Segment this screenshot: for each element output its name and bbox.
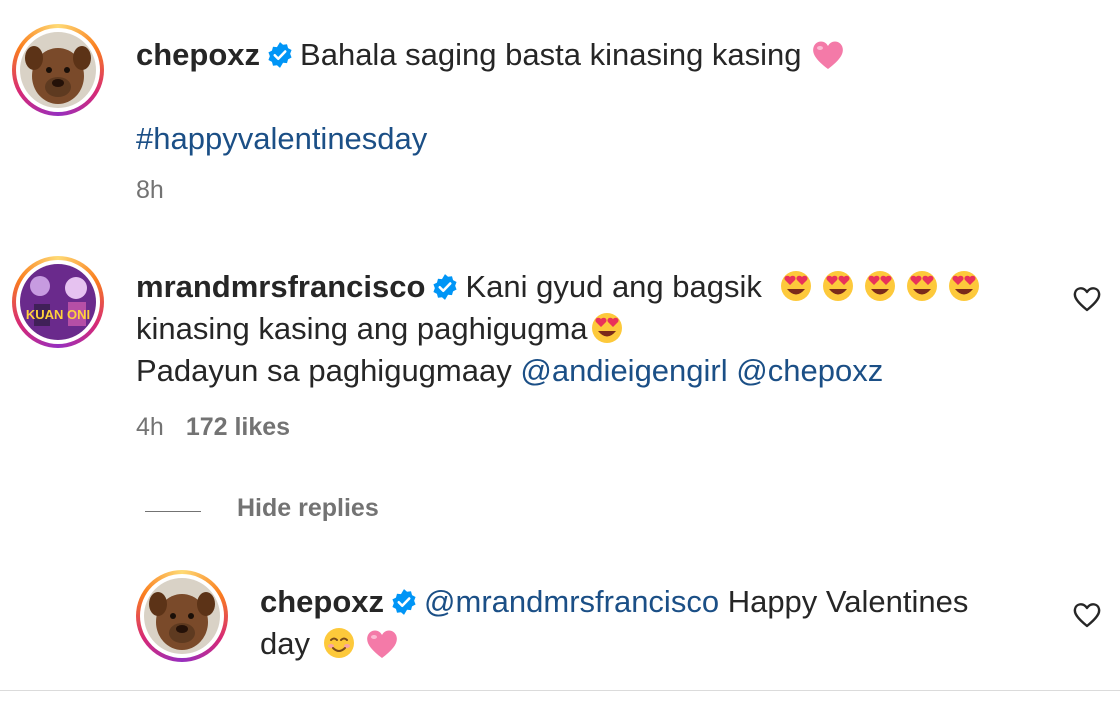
comment-body: mrandmrsfrancisco Kani gyud ang bagsik ki… [136, 266, 1036, 392]
reply-username[interactable]: chepoxz [260, 584, 384, 619]
show-logo-avatar-image: KUAN ONI [20, 264, 96, 340]
comment-meta: 4h 172 likes [136, 413, 290, 442]
heart-eyes-emoji-icon [864, 271, 895, 301]
verified-badge-icon [433, 274, 458, 300]
reply-line-1: chepoxz @mrandmrsfrancisco Happy Valentin… [260, 581, 1040, 623]
comment-likes-count[interactable]: 172 likes [186, 413, 290, 441]
heart-eyes-emoji-icon [780, 271, 811, 301]
comment-text-2: kinasing kasing ang paghigugma [136, 311, 588, 346]
pink-heart-icon [367, 630, 397, 658]
dog-avatar-image [20, 32, 96, 108]
comment-text-3: Padayun sa paghigugmaay [136, 353, 512, 388]
mention-chepoxz[interactable]: @chepoxz [736, 353, 883, 388]
post-username[interactable]: chepoxz [136, 37, 260, 72]
reply-body: chepoxz @mrandmrsfrancisco Happy Valentin… [260, 581, 1040, 665]
post-caption: chepoxz Bahala saging basta kinasing kasi… [136, 34, 846, 76]
post-hashtag[interactable]: #happyvalentinesday [136, 118, 427, 160]
heart-eyes-emoji-group [771, 269, 981, 304]
reply-text-2: day [260, 626, 310, 661]
post-caption-text: Bahala saging basta kinasing kasing [300, 37, 802, 72]
like-heart-icon[interactable] [1072, 285, 1102, 313]
replies-divider-line [145, 511, 201, 512]
heart-eyes-emoji-icon [822, 271, 853, 301]
comment-username[interactable]: mrandmrsfrancisco [136, 269, 425, 304]
comment-text-1: Kani gyud ang bagsik [465, 269, 762, 304]
comment-line-2: kinasing kasing ang paghigugma [136, 308, 1036, 350]
reply-like-heart-icon[interactable] [1072, 601, 1102, 629]
reply-line-2: day [260, 623, 1040, 665]
reply-text-1: Happy Valentines [727, 584, 969, 619]
dog-avatar-image [144, 578, 220, 654]
post-avatar[interactable] [12, 24, 104, 116]
post-timestamp[interactable]: 8h [136, 176, 164, 205]
bottom-divider [0, 690, 1120, 691]
comment-avatar[interactable]: KUAN ONI [12, 256, 104, 348]
pink-heart-icon [812, 41, 843, 69]
comment-line-3: Padayun sa paghigugmaay @andieigengirl @… [136, 350, 1036, 392]
hide-replies-button[interactable]: Hide replies [237, 494, 379, 523]
mention-andieigengirl[interactable]: @andieigengirl [520, 353, 727, 388]
heart-eyes-emoji-icon [591, 313, 622, 343]
comment-line-1: mrandmrsfrancisco Kani gyud ang bagsik [136, 266, 1036, 308]
avatar-logo-text: KUAN ONI [26, 307, 90, 322]
heart-eyes-emoji-icon [948, 271, 979, 301]
verified-badge-icon [268, 42, 292, 68]
verified-badge-icon [392, 589, 416, 615]
reply-avatar[interactable] [136, 570, 228, 662]
mention-mrandmrsfrancisco[interactable]: @mrandmrsfrancisco [424, 584, 719, 619]
heart-eyes-emoji-icon [906, 271, 937, 301]
comment-timestamp[interactable]: 4h [136, 413, 164, 441]
smiling-face-emoji-icon [323, 628, 354, 658]
